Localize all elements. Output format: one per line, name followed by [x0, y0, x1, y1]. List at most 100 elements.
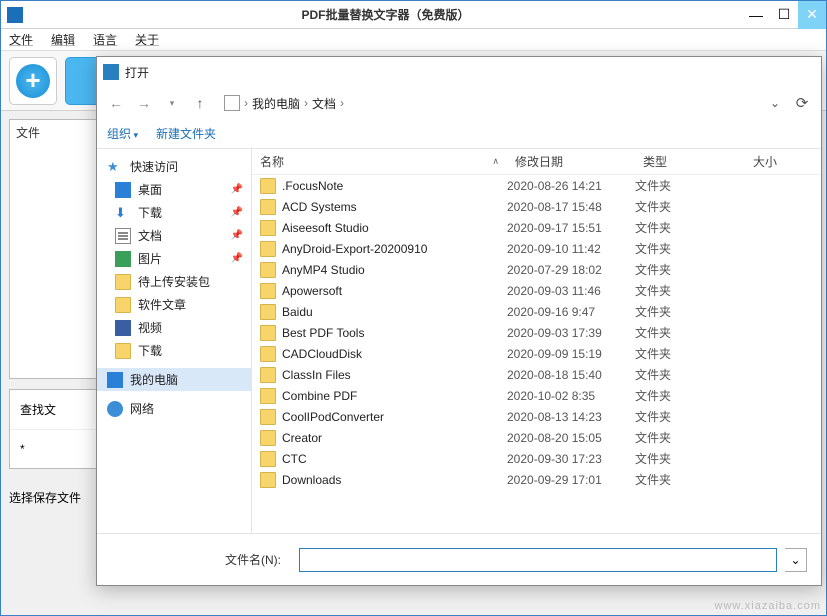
file-row[interactable]: Creator2020-08-20 15:05文件夹 — [252, 427, 821, 448]
breadcrumb[interactable]: › 我的电脑 › 文档 › — [217, 91, 759, 116]
dialog-title: 打开 — [125, 64, 149, 81]
plus-icon — [16, 64, 50, 98]
folder-icon — [260, 178, 276, 194]
file-list: 名称∧ 修改日期 类型 大小 .FocusNote2020-08-26 14:2… — [252, 149, 821, 533]
sidebar-item-4[interactable]: 待上传安装包 — [97, 270, 251, 293]
sidebar: 快速访问 桌面📌下载📌文档📌图片📌待上传安装包软件文章视频下载 我的电脑 网络 — [97, 149, 252, 533]
file-open-dialog: 打开 ← → ▾ ↑ › 我的电脑 › 文档 › ⌄ ⟳ 组织 新建文件夹 快速… — [96, 56, 822, 586]
close-button[interactable]: ✕ — [798, 1, 826, 29]
folder-icon — [260, 346, 276, 362]
filename-label: 文件名(N): — [111, 551, 291, 568]
window-controls: — ☐ ✕ — [742, 1, 826, 29]
folder-icon — [260, 409, 276, 425]
file-row[interactable]: CADCloudDisk2020-09-09 15:19文件夹 — [252, 343, 821, 364]
sidebar-my-pc[interactable]: 我的电脑 — [97, 368, 251, 391]
breadcrumb-dropdown[interactable]: ⌄ — [765, 96, 785, 110]
sidebar-item-3[interactable]: 图片📌 — [97, 247, 251, 270]
chevron-right-icon: › — [244, 96, 248, 110]
file-rows: .FocusNote2020-08-26 14:21文件夹ACD Systems… — [252, 175, 821, 533]
app-icon — [7, 7, 23, 23]
add-file-button[interactable] — [9, 57, 57, 105]
sidebar-item-1[interactable]: 下载📌 — [97, 201, 251, 224]
doc-icon — [115, 228, 131, 244]
folder-icon — [260, 367, 276, 383]
pin-icon: 📌 — [231, 207, 243, 218]
file-row[interactable]: Aiseesoft Studio2020-09-17 15:51文件夹 — [252, 217, 821, 238]
folder-icon — [115, 274, 131, 290]
folder-icon — [260, 451, 276, 467]
menu-edit[interactable]: 编辑 — [51, 31, 75, 48]
menu-file[interactable]: 文件 — [9, 31, 33, 48]
download-icon — [115, 205, 131, 221]
folder-icon — [260, 220, 276, 236]
maximize-button[interactable]: ☐ — [770, 1, 798, 29]
column-headers: 名称∧ 修改日期 类型 大小 — [252, 149, 821, 175]
file-row[interactable]: Downloads2020-09-29 17:01文件夹 — [252, 469, 821, 490]
breadcrumb-icon — [224, 95, 240, 111]
folder-icon — [115, 343, 131, 359]
file-row[interactable]: Combine PDF2020-10-02 8:35文件夹 — [252, 385, 821, 406]
folder-icon — [260, 430, 276, 446]
folder-icon — [115, 297, 131, 313]
filename-dropdown[interactable]: ⌄ — [785, 548, 807, 572]
main-titlebar: PDF批量替换文字器（免费版） — ☐ ✕ — [1, 1, 826, 29]
col-size[interactable]: 大小 — [745, 153, 805, 170]
file-row[interactable]: CTC2020-09-30 17:23文件夹 — [252, 448, 821, 469]
dialog-toolbar: 组织 新建文件夹 — [97, 119, 821, 149]
nav-recent-button[interactable]: ▾ — [161, 92, 183, 114]
folder-icon — [260, 388, 276, 404]
breadcrumb-seg-0[interactable]: 我的电脑 — [252, 95, 300, 112]
main-title: PDF批量替换文字器（免费版） — [29, 6, 742, 23]
chevron-right-icon: › — [304, 96, 308, 110]
nav-back-button[interactable]: ← — [105, 92, 127, 114]
sidebar-item-0[interactable]: 桌面📌 — [97, 178, 251, 201]
col-date[interactable]: 修改日期 — [507, 153, 635, 170]
pc-icon — [107, 372, 123, 388]
pic-icon — [115, 251, 131, 267]
minimize-button[interactable]: — — [742, 1, 770, 29]
sort-asc-icon: ∧ — [492, 156, 499, 167]
breadcrumb-seg-1[interactable]: 文档 — [312, 95, 336, 112]
sidebar-item-6[interactable]: 视频 — [97, 316, 251, 339]
col-type[interactable]: 类型 — [635, 153, 745, 170]
sidebar-network[interactable]: 网络 — [97, 397, 251, 420]
star-icon — [107, 159, 123, 175]
sidebar-item-7[interactable]: 下载 — [97, 339, 251, 362]
folder-icon — [260, 241, 276, 257]
folder-icon — [260, 262, 276, 278]
dialog-icon — [103, 64, 119, 80]
col-name[interactable]: 名称∧ — [252, 153, 507, 170]
file-row[interactable]: Apowersoft2020-09-03 11:46文件夹 — [252, 280, 821, 301]
filename-input[interactable] — [299, 548, 777, 572]
file-row[interactable]: .FocusNote2020-08-26 14:21文件夹 — [252, 175, 821, 196]
pin-icon: 📌 — [231, 253, 243, 264]
nav-up-button[interactable]: ↑ — [189, 92, 211, 114]
menu-about[interactable]: 关于 — [135, 31, 159, 48]
video-icon — [115, 320, 131, 336]
chevron-right-icon: › — [340, 96, 344, 110]
folder-icon — [260, 472, 276, 488]
sidebar-item-2[interactable]: 文档📌 — [97, 224, 251, 247]
new-folder-button[interactable]: 新建文件夹 — [156, 125, 216, 142]
organize-button[interactable]: 组织 — [107, 125, 138, 142]
file-row[interactable]: AnyDroid-Export-202009102020-09-10 11:42… — [252, 238, 821, 259]
network-icon — [107, 401, 123, 417]
watermark: www.xiazaiba.com — [715, 600, 821, 612]
file-row[interactable]: ACD Systems2020-08-17 15:48文件夹 — [252, 196, 821, 217]
dialog-nav: ← → ▾ ↑ › 我的电脑 › 文档 › ⌄ ⟳ — [97, 87, 821, 119]
folder-icon — [260, 283, 276, 299]
folder-icon — [260, 325, 276, 341]
refresh-button[interactable]: ⟳ — [791, 92, 813, 114]
file-row[interactable]: Baidu2020-09-16 9:47文件夹 — [252, 301, 821, 322]
file-row[interactable]: ClassIn Files2020-08-18 15:40文件夹 — [252, 364, 821, 385]
desktop-icon — [115, 182, 131, 198]
file-row[interactable]: Best PDF Tools2020-09-03 17:39文件夹 — [252, 322, 821, 343]
menu-language[interactable]: 语言 — [93, 31, 117, 48]
file-row[interactable]: CoolIPodConverter2020-08-13 14:23文件夹 — [252, 406, 821, 427]
folder-icon — [260, 199, 276, 215]
pin-icon: 📌 — [231, 230, 243, 241]
nav-forward-button[interactable]: → — [133, 92, 155, 114]
file-row[interactable]: AnyMP4 Studio2020-07-29 18:02文件夹 — [252, 259, 821, 280]
sidebar-item-5[interactable]: 软件文章 — [97, 293, 251, 316]
sidebar-quick-access[interactable]: 快速访问 — [97, 155, 251, 178]
